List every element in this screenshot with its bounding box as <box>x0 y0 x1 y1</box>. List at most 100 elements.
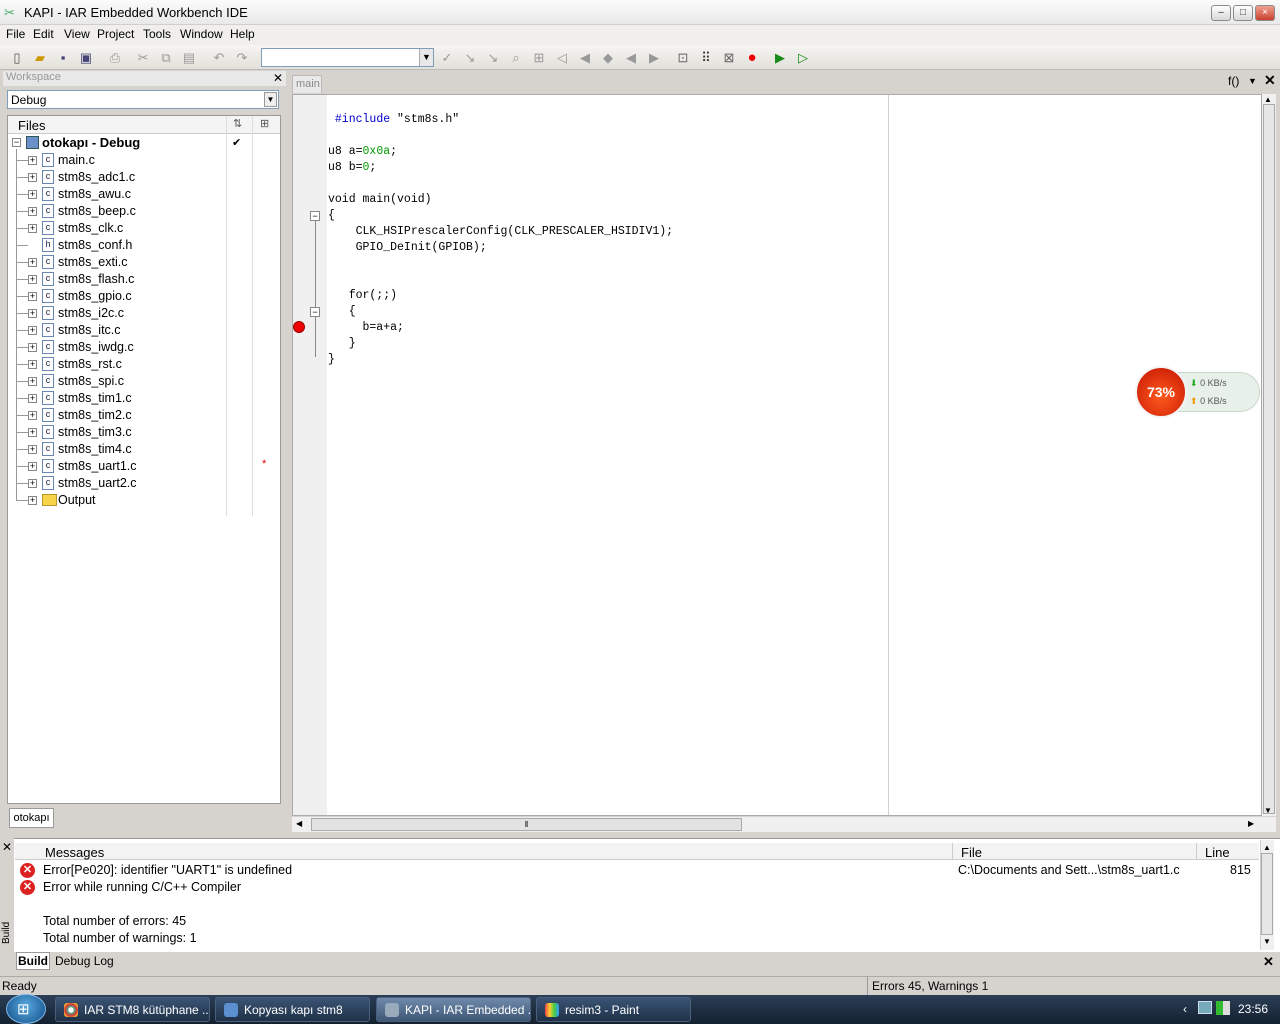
network-tray-icon[interactable] <box>1198 1001 1212 1014</box>
columns-icon[interactable]: ⊞ <box>260 117 269 130</box>
chevron-down-icon[interactable]: ▼ <box>419 49 433 66</box>
sort-icon[interactable]: ⇅ <box>233 117 242 130</box>
code-line[interactable]: } <box>328 337 356 350</box>
configuration-select[interactable]: Debug ▼ <box>7 90 279 109</box>
scroll-up-icon[interactable]: ▲ <box>1263 843 1271 852</box>
expand-icon[interactable]: + <box>28 394 37 403</box>
scroll-down-icon[interactable]: ▼ <box>1264 806 1272 815</box>
stop-build-icon[interactable]: ⊠ <box>720 49 738 67</box>
step-back-icon[interactable]: ◀ <box>622 49 640 67</box>
navigate-back-icon[interactable]: ◁ <box>553 49 571 67</box>
expand-icon[interactable]: + <box>28 156 37 165</box>
code-line[interactable]: CLK_HSIPrescalerConfig(CLK_PRESCALER_HSI… <box>328 225 673 238</box>
expand-icon[interactable]: + <box>28 258 37 267</box>
toggle-breakpoint-icon[interactable]: ● <box>743 49 761 67</box>
expand-icon[interactable]: + <box>28 377 37 386</box>
download-debug-icon[interactable]: ▶ <box>771 49 789 67</box>
expand-icon[interactable]: + <box>28 360 37 369</box>
find-combo[interactable]: ▼ <box>261 48 434 67</box>
workspace-close-icon[interactable]: ✕ <box>273 71 283 85</box>
expand-icon[interactable]: + <box>28 190 37 199</box>
file-column-header[interactable]: File <box>961 845 982 860</box>
tree-item[interactable]: + c stm8s_uart2.c <box>8 475 280 492</box>
step-forward-icon[interactable]: ▶ <box>645 49 663 67</box>
message-row-file[interactable]: C:\Documents and Sett...\stm8s_uart1.c <box>958 863 1180 877</box>
chevron-down-icon[interactable]: ▼ <box>264 92 277 107</box>
code-editor[interactable] <box>292 94 1262 816</box>
expand-icon[interactable]: + <box>28 411 37 420</box>
tree-item[interactable]: + c stm8s_exti.c <box>8 254 280 271</box>
code-line[interactable]: u8 a=0x0a; <box>328 145 397 158</box>
chevron-down-icon[interactable]: ▼ <box>1248 76 1257 86</box>
menu-help[interactable]: Help <box>230 27 255 41</box>
code-line[interactable]: #include "stm8s.h" <box>328 113 459 126</box>
expand-icon[interactable]: + <box>28 428 37 437</box>
editor-vertical-scroll-thumb[interactable] <box>1263 104 1275 814</box>
expand-icon[interactable]: + <box>28 224 37 233</box>
maximize-button[interactable]: □ <box>1233 5 1253 21</box>
expand-icon[interactable]: + <box>28 309 37 318</box>
expand-icon[interactable]: + <box>28 275 37 284</box>
workspace-tab-otokapi[interactable]: otokapı <box>9 808 54 828</box>
taskbar-item-chrome[interactable]: IAR STM8 kütüphane ... <box>55 997 210 1022</box>
expand-icon[interactable]: + <box>28 445 37 454</box>
tree-item[interactable]: h stm8s_conf.h <box>8 237 280 254</box>
menu-tools[interactable]: Tools <box>143 27 171 41</box>
messages-close-icon[interactable]: ✕ <box>2 840 12 854</box>
editor-close-icon[interactable]: ✕ <box>1264 72 1276 89</box>
tree-item[interactable]: + c main.c <box>8 152 280 169</box>
message-row-text[interactable]: Error while running C/C++ Compiler <box>43 880 241 894</box>
code-line[interactable]: GPIO_DeInit(GPIOB); <box>328 241 487 254</box>
tree-item[interactable]: + c stm8s_iwdg.c <box>8 339 280 356</box>
save-icon[interactable]: ▪ <box>54 49 72 67</box>
tab-build[interactable]: Build <box>16 952 50 970</box>
debug-without-download-icon[interactable]: ▷ <box>794 49 812 67</box>
tree-item[interactable]: + c stm8s_i2c.c <box>8 305 280 322</box>
fold-icon[interactable]: − <box>310 211 320 221</box>
message-row-text[interactable]: Total number of warnings: 1 <box>43 931 197 945</box>
bookmark-prev-icon[interactable]: ↘ <box>484 49 502 67</box>
tree-item[interactable]: + c stm8s_adc1.c <box>8 169 280 186</box>
messages-column-header[interactable]: Messages <box>45 845 104 860</box>
tree-item[interactable]: + c stm8s_flash.c <box>8 271 280 288</box>
expand-icon[interactable]: + <box>28 326 37 335</box>
message-row-line[interactable]: 815 <box>1230 863 1251 877</box>
find-in-files-icon[interactable]: ⌕ <box>507 49 525 67</box>
tree-item[interactable]: + c stm8s_tim2.c <box>8 407 280 424</box>
expand-icon[interactable]: + <box>28 462 37 471</box>
bookmark-next-icon[interactable]: ↘ <box>461 49 479 67</box>
close-button[interactable]: × <box>1255 5 1275 21</box>
tab-debug-log[interactable]: Debug Log <box>55 954 114 968</box>
save-all-icon[interactable]: ▣ <box>77 49 95 67</box>
volume-tray-icon[interactable] <box>1216 1001 1230 1015</box>
undo-icon[interactable]: ↶ <box>210 49 228 67</box>
expand-icon[interactable]: + <box>28 343 37 352</box>
open-folder-icon[interactable]: ▰ <box>31 49 49 67</box>
tree-item[interactable]: + Output <box>8 492 280 509</box>
menu-window[interactable]: Window <box>180 27 223 41</box>
navigate-forward-icon[interactable]: ◀ <box>576 49 594 67</box>
scroll-down-icon[interactable]: ▼ <box>1263 937 1271 946</box>
new-file-icon[interactable]: ▯ <box>8 49 26 67</box>
tree-item[interactable]: + c stm8s_gpio.c <box>8 288 280 305</box>
menu-view[interactable]: View <box>64 27 90 41</box>
tree-item[interactable]: + c stm8s_rst.c <box>8 356 280 373</box>
redo-icon[interactable]: ↷ <box>233 49 251 67</box>
menu-edit[interactable]: Edit <box>33 27 54 41</box>
function-list[interactable]: f() <box>1228 74 1239 88</box>
expand-icon[interactable]: + <box>28 479 37 488</box>
editor-tab-main[interactable]: main <box>292 75 322 93</box>
taskbar-item-paint[interactable]: resim3 - Paint <box>536 997 691 1022</box>
tree-item[interactable]: + c stm8s_clk.c <box>8 220 280 237</box>
editor-gutter[interactable] <box>293 95 327 815</box>
tree-item[interactable]: + c stm8s_itc.c <box>8 322 280 339</box>
cut-icon[interactable]: ✂ <box>134 49 152 67</box>
project-root[interactable]: otokapı - Debug <box>42 135 140 150</box>
expand-icon[interactable]: + <box>28 173 37 182</box>
bottom-close-icon[interactable]: ✕ <box>1263 954 1274 970</box>
goto-icon[interactable]: ⊞ <box>530 49 548 67</box>
code-line[interactable]: { <box>328 209 335 222</box>
code-line[interactable]: u8 b=0; <box>328 161 376 174</box>
tree-item[interactable]: + c stm8s_awu.c <box>8 186 280 203</box>
scroll-right-icon[interactable]: ▶ <box>1248 819 1254 828</box>
